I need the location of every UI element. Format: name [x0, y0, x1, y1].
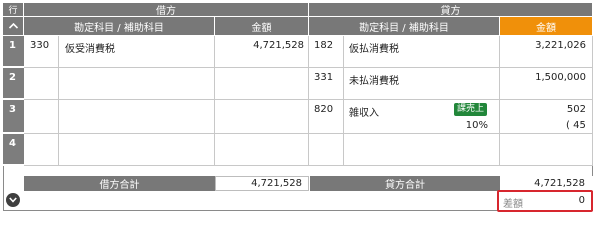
row-number: 4: [3, 134, 24, 166]
debit-amount-cell[interactable]: [215, 68, 309, 100]
credit-amount-col-header[interactable]: 金額: [500, 17, 593, 36]
credit-amount: 3,221,026: [535, 40, 586, 51]
chevron-down-icon: [9, 197, 17, 203]
debit-amount: 4,721,528: [253, 40, 304, 51]
credit-amount: 502: [566, 104, 586, 115]
difference-value: 0: [578, 195, 585, 206]
credit-code: 331: [314, 72, 334, 83]
credit-header: 貸方: [309, 3, 593, 17]
debit-amount-cell[interactable]: [215, 134, 309, 166]
debit-code-cell[interactable]: [24, 134, 59, 166]
credit-total-value: 4,721,528: [500, 176, 593, 191]
row-number: 2: [3, 68, 24, 100]
tax-rate: 10%: [465, 120, 488, 131]
debit-account-col-header[interactable]: 勘定科目 / 補助科目: [24, 17, 215, 36]
debit-amount-cell[interactable]: [215, 100, 309, 134]
debit-total-label: 借方合計: [24, 176, 215, 191]
row-header: 行: [3, 3, 24, 17]
credit-total-label: 貸方合計: [310, 176, 500, 191]
credit-account-name: 仮払消費税: [349, 44, 399, 55]
scroll-up-button[interactable]: [3, 17, 24, 36]
credit-account-name: 未払消費税: [349, 76, 399, 87]
debit-header: 借方: [24, 3, 309, 17]
credit-code: 182: [314, 40, 334, 51]
tax-amount: ( 45: [566, 120, 586, 131]
debit-amount-col-header[interactable]: 金額: [215, 17, 309, 36]
debit-code: 330: [30, 40, 50, 51]
credit-account-cell[interactable]: [344, 134, 500, 166]
credit-account-name: 雑収入: [349, 108, 379, 119]
credit-account-col-header[interactable]: 勘定科目 / 補助科目: [309, 17, 500, 36]
debit-account-name: 仮受消費税: [65, 44, 115, 55]
credit-code-cell[interactable]: [309, 134, 344, 166]
debit-code-cell[interactable]: [24, 100, 59, 134]
row-number: 1: [3, 36, 24, 68]
difference-label: 差額: [503, 199, 523, 210]
debit-code-cell[interactable]: [24, 68, 59, 100]
credit-amount: 1,500,000: [535, 72, 586, 83]
row-number: 3: [3, 100, 24, 134]
debit-account-cell[interactable]: [59, 68, 215, 100]
difference-box: 差額 0: [497, 190, 593, 212]
debit-account-cell[interactable]: [59, 134, 215, 166]
debit-total-value: 4,721,528: [215, 176, 309, 191]
chevron-up-icon: [8, 23, 18, 29]
debit-account-cell[interactable]: [59, 100, 215, 134]
credit-code: 820: [314, 104, 334, 115]
tax-category-badge[interactable]: 課売上: [454, 103, 488, 116]
credit-amount-cell[interactable]: [500, 134, 593, 166]
expand-button[interactable]: [6, 193, 20, 207]
